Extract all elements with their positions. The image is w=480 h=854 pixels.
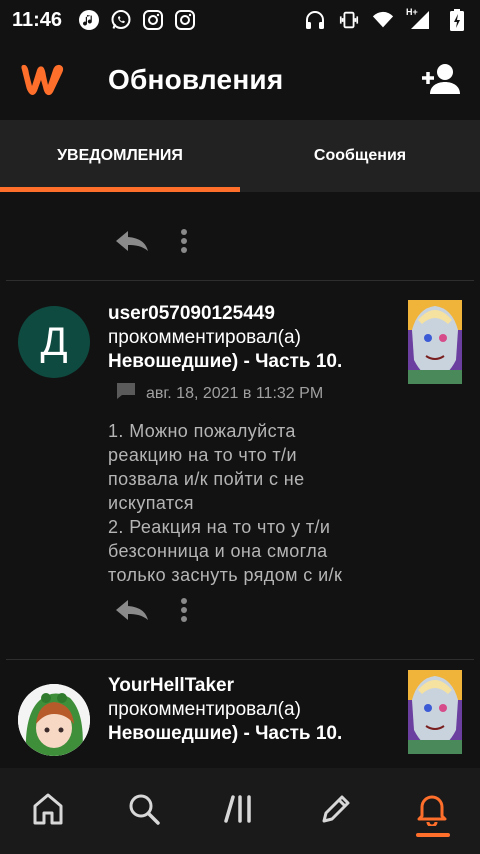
previous-item-actions bbox=[114, 228, 188, 254]
notifications-feed[interactable]: Д user057090125449 прокомментировал(а) Н… bbox=[0, 192, 480, 768]
network-type: H+ bbox=[406, 7, 418, 17]
home-icon bbox=[31, 792, 65, 831]
wifi-icon bbox=[372, 9, 394, 31]
notification-body: YourHellTaker прокомментировал(а) Невоше… bbox=[108, 674, 398, 746]
whatsapp-icon bbox=[110, 9, 132, 31]
music-icon bbox=[78, 9, 100, 31]
comment-date: авг. 18, 2021 в 11:32 PM bbox=[146, 384, 324, 402]
tab-notifications-label: УВЕДОМЛЕНИЯ bbox=[57, 147, 183, 164]
comment-line: безсонница и она смогла bbox=[108, 541, 328, 561]
add-user-icon[interactable] bbox=[418, 58, 462, 102]
signal-icon: H+ bbox=[406, 7, 434, 31]
avatar-letter: Д bbox=[40, 319, 68, 364]
instagram-icon bbox=[142, 9, 164, 31]
story-cover-thumbnail[interactable] bbox=[408, 670, 462, 754]
page-title: Обновления bbox=[108, 64, 284, 95]
instagram-icon bbox=[174, 9, 196, 31]
app-bar: Обновления bbox=[0, 40, 480, 120]
tab-messages-label: Сообщения bbox=[313, 147, 407, 164]
bell-icon bbox=[415, 792, 449, 831]
comment-icon bbox=[116, 382, 136, 405]
comment-line: позвала и/к пойти с не bbox=[108, 469, 305, 489]
vibrate-icon bbox=[338, 9, 360, 31]
avatar[interactable] bbox=[18, 684, 90, 756]
notification-item[interactable]: YourHellTaker прокомментировал(а) Невоше… bbox=[0, 660, 480, 768]
status-bar: 11:46 H+ bbox=[0, 0, 480, 40]
comment-meta: авг. 18, 2021 в 11:32 PM bbox=[116, 382, 398, 405]
nav-search[interactable] bbox=[114, 781, 174, 841]
story-cover-thumbnail[interactable] bbox=[408, 300, 462, 384]
story-title[interactable]: Невошедшие) - Часть 10. bbox=[108, 722, 398, 746]
bottom-navigation bbox=[0, 768, 480, 854]
comment-line: реакцию на то что т/и bbox=[108, 445, 297, 465]
nav-notifications[interactable] bbox=[402, 781, 462, 841]
comment-text: 1. Можно пожалуйста реакцию на то что т/… bbox=[108, 419, 398, 587]
story-title[interactable]: Невошедшие) - Часть 10. bbox=[108, 350, 398, 374]
tab-messages[interactable]: Сообщения bbox=[240, 120, 480, 192]
nav-home[interactable] bbox=[18, 781, 78, 841]
comment-line: только заснуть рядом с и/к bbox=[108, 565, 343, 585]
comment-line: искупатся bbox=[108, 493, 194, 513]
notification-item[interactable]: Д user057090125449 прокомментировал(а) Н… bbox=[0, 281, 480, 659]
reply-icon[interactable] bbox=[114, 229, 150, 253]
action-text: прокомментировал(а) bbox=[108, 327, 301, 348]
more-options-icon[interactable] bbox=[180, 228, 188, 254]
avatar[interactable]: Д bbox=[18, 306, 90, 378]
tab-notifications[interactable]: УВЕДОМЛЕНИЯ bbox=[0, 120, 240, 192]
write-icon bbox=[319, 792, 353, 831]
username[interactable]: YourHellTaker bbox=[108, 674, 398, 698]
item-actions bbox=[114, 597, 188, 623]
library-icon bbox=[223, 792, 257, 831]
status-time: 11:46 bbox=[12, 8, 63, 31]
search-icon bbox=[127, 792, 161, 831]
tab-bar: УВЕДОМЛЕНИЯ Сообщения bbox=[0, 120, 480, 192]
notification-body: user057090125449 прокомментировал(а) Нев… bbox=[108, 302, 398, 587]
wattpad-logo-icon[interactable] bbox=[18, 60, 68, 100]
headphones-icon bbox=[304, 9, 326, 31]
comment-line: 1. Можно пожалуйста bbox=[108, 421, 296, 441]
comment-line: 2. Реакция на то что у т/и bbox=[108, 517, 331, 537]
nav-write[interactable] bbox=[306, 781, 366, 841]
more-options-icon[interactable] bbox=[180, 597, 188, 623]
action-text: прокомментировал(а) bbox=[108, 699, 301, 720]
reply-icon[interactable] bbox=[114, 598, 150, 622]
nav-library[interactable] bbox=[210, 781, 270, 841]
username[interactable]: user057090125449 bbox=[108, 302, 398, 326]
battery-icon bbox=[446, 9, 468, 31]
